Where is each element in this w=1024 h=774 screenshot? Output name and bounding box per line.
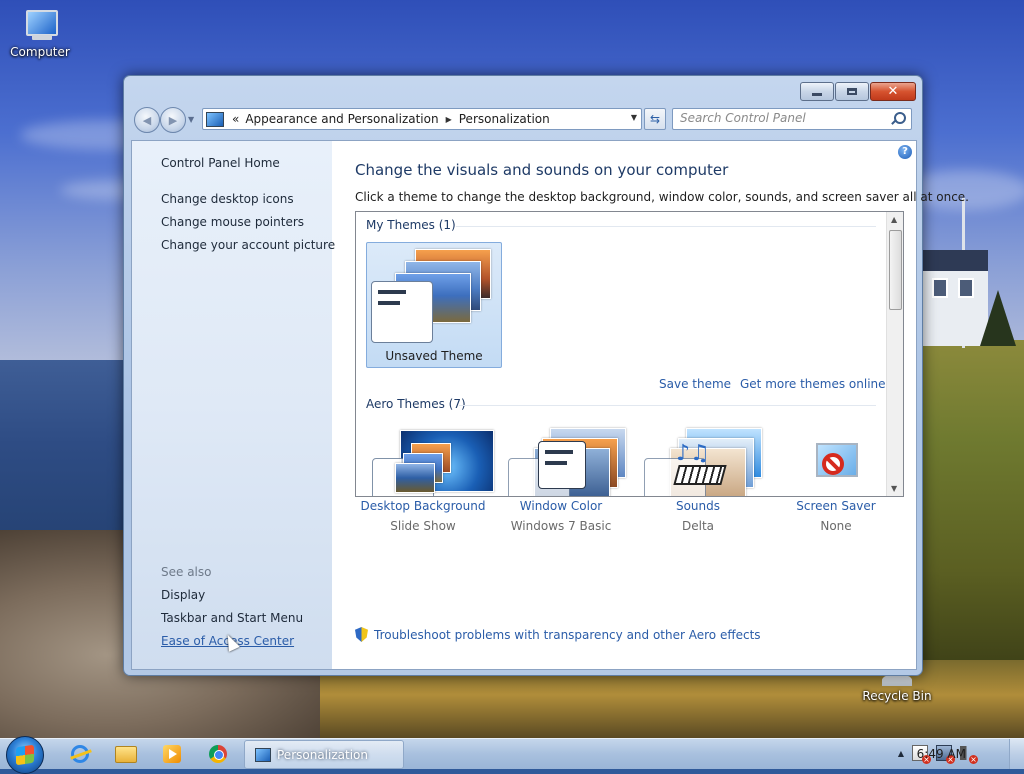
shield-icon [355, 627, 368, 642]
desktop-background-setting[interactable]: Desktop Background Slide Show [353, 441, 493, 533]
personalization-window: ✕ ◀ ▶ ▼ « Appearance and Personalization… [123, 75, 969, 676]
change-account-picture-link[interactable]: Change your account picture [161, 238, 335, 252]
search-box[interactable] [672, 108, 912, 130]
setting-value: None [820, 519, 852, 533]
setting-value: Windows 7 Basic [510, 519, 612, 533]
content-area: Control Panel Home Change desktop icons … [131, 140, 969, 670]
sounds-setting[interactable]: ♪♫ Sounds Delta [628, 441, 768, 533]
start-button[interactable] [6, 736, 44, 774]
arrow-left-icon: ◀ [142, 113, 152, 127]
my-themes-label: My Themes (1) [366, 218, 456, 232]
setting-value: Slide Show [390, 519, 456, 533]
scroll-up-icon[interactable]: ▲ [891, 215, 897, 224]
taskbar-media-player[interactable] [150, 741, 194, 767]
sounds-icon: ♪♫ [668, 441, 728, 493]
taskbar: Personalization ▲ 6:49 AM [0, 736, 1024, 774]
display-link[interactable]: Display [161, 588, 205, 602]
close-button[interactable]: ✕ [870, 82, 916, 101]
clock[interactable]: 6:49 AM [917, 747, 966, 761]
get-more-themes-link[interactable]: Get more themes online [740, 377, 886, 391]
task-label: Personalization [277, 747, 368, 762]
window-color-icon [531, 441, 591, 493]
save-theme-link[interactable]: Save theme [659, 377, 731, 391]
search-icon[interactable] [894, 112, 906, 124]
close-icon: ✕ [887, 84, 899, 99]
taskbar-explorer[interactable] [104, 741, 148, 767]
refresh-icon: ⇆ [649, 112, 661, 126]
window-color-setting[interactable]: Window Color Windows 7 Basic [491, 441, 631, 533]
page-title: Change the visuals and sounds on your co… [355, 161, 729, 179]
breadcrumb-appearance[interactable]: Appearance and Personalization [245, 112, 438, 126]
screen-saver-icon [806, 441, 866, 493]
refresh-button[interactable]: ⇆ [644, 108, 666, 130]
folder-icon [115, 745, 137, 763]
computer-icon [20, 10, 60, 42]
theme-name: Unsaved Theme [385, 349, 483, 363]
desktop-icon-recycle-bin[interactable]: Recycle Bin [862, 674, 932, 703]
minimize-icon [812, 93, 822, 96]
control-panel-icon [255, 747, 271, 762]
desktop-icon-label: Recycle Bin [862, 689, 932, 703]
back-button[interactable]: ◀ [134, 107, 160, 133]
forward-button[interactable]: ▶ [160, 107, 186, 133]
minimize-button[interactable] [800, 82, 834, 101]
setting-title[interactable]: Screen Saver [766, 499, 906, 513]
desktop-icon-label: Computer [10, 45, 70, 59]
arrow-right-icon: ▶ [168, 113, 178, 127]
see-also-heading: See also [161, 565, 212, 579]
left-pane: Control Panel Home Change desktop icons … [132, 141, 335, 669]
maximize-icon [847, 88, 857, 95]
taskbar-internet-explorer[interactable] [58, 741, 102, 767]
taskbar-task-personalization[interactable]: Personalization [244, 740, 404, 769]
recent-pages-dropdown[interactable]: ▼ [188, 115, 194, 124]
setting-value: Delta [681, 519, 714, 533]
scrollbar-thumb[interactable] [889, 230, 902, 310]
help-icon[interactable]: ? [898, 145, 912, 159]
taskbar-chrome[interactable] [196, 741, 240, 767]
taskbar-start-menu-link[interactable]: Taskbar and Start Menu [161, 611, 303, 625]
internet-explorer-icon [71, 745, 89, 763]
show-hidden-icons-icon[interactable]: ▲ [898, 749, 904, 758]
search-input[interactable] [673, 109, 880, 127]
control-panel-icon [206, 111, 224, 127]
address-dropdown-icon[interactable]: ▼ [631, 113, 637, 122]
window-preview-icon [371, 281, 433, 343]
window-controls: ✕ [800, 82, 916, 101]
media-player-icon [163, 745, 181, 763]
troubleshoot-link-row[interactable]: Troubleshoot problems with transparency … [355, 627, 761, 642]
desktop-background-icon [393, 441, 453, 493]
chrome-icon [209, 745, 227, 763]
address-bar[interactable]: « Appearance and Personalization ▶ Perso… [202, 108, 642, 130]
change-desktop-icons-link[interactable]: Change desktop icons [161, 192, 294, 206]
setting-title[interactable]: Window Color [491, 499, 631, 513]
group-divider [456, 226, 876, 227]
control-panel-home-link[interactable]: Control Panel Home [161, 156, 280, 170]
screen-saver-setting[interactable]: Screen Saver None [766, 441, 906, 533]
setting-title[interactable]: Sounds [628, 499, 768, 513]
group-divider [459, 405, 876, 406]
breadcrumb-separator-icon[interactable]: ▶ [446, 115, 452, 124]
navigation-bar: ◀ ▶ ▼ « Appearance and Personalization ▶… [132, 107, 914, 133]
change-mouse-pointers-link[interactable]: Change mouse pointers [161, 215, 304, 229]
breadcrumb-personalization[interactable]: Personalization [459, 112, 550, 126]
maximize-button[interactable] [835, 82, 869, 101]
setting-title[interactable]: Desktop Background [353, 499, 493, 513]
troubleshoot-aero-link[interactable]: Troubleshoot problems with transparency … [374, 628, 761, 642]
windows-logo-icon [16, 744, 34, 766]
desktop-icon-computer[interactable]: Computer [8, 10, 72, 59]
aero-themes-label: Aero Themes (7) [366, 397, 466, 411]
theme-unsaved[interactable]: Unsaved Theme [366, 242, 502, 368]
page-subtitle: Click a theme to change the desktop back… [355, 190, 969, 204]
main-pane: ? Change the visuals and sounds on your … [332, 141, 969, 669]
breadcrumb-overflow[interactable]: « [232, 112, 239, 126]
show-desktop-button[interactable] [1009, 739, 1024, 769]
